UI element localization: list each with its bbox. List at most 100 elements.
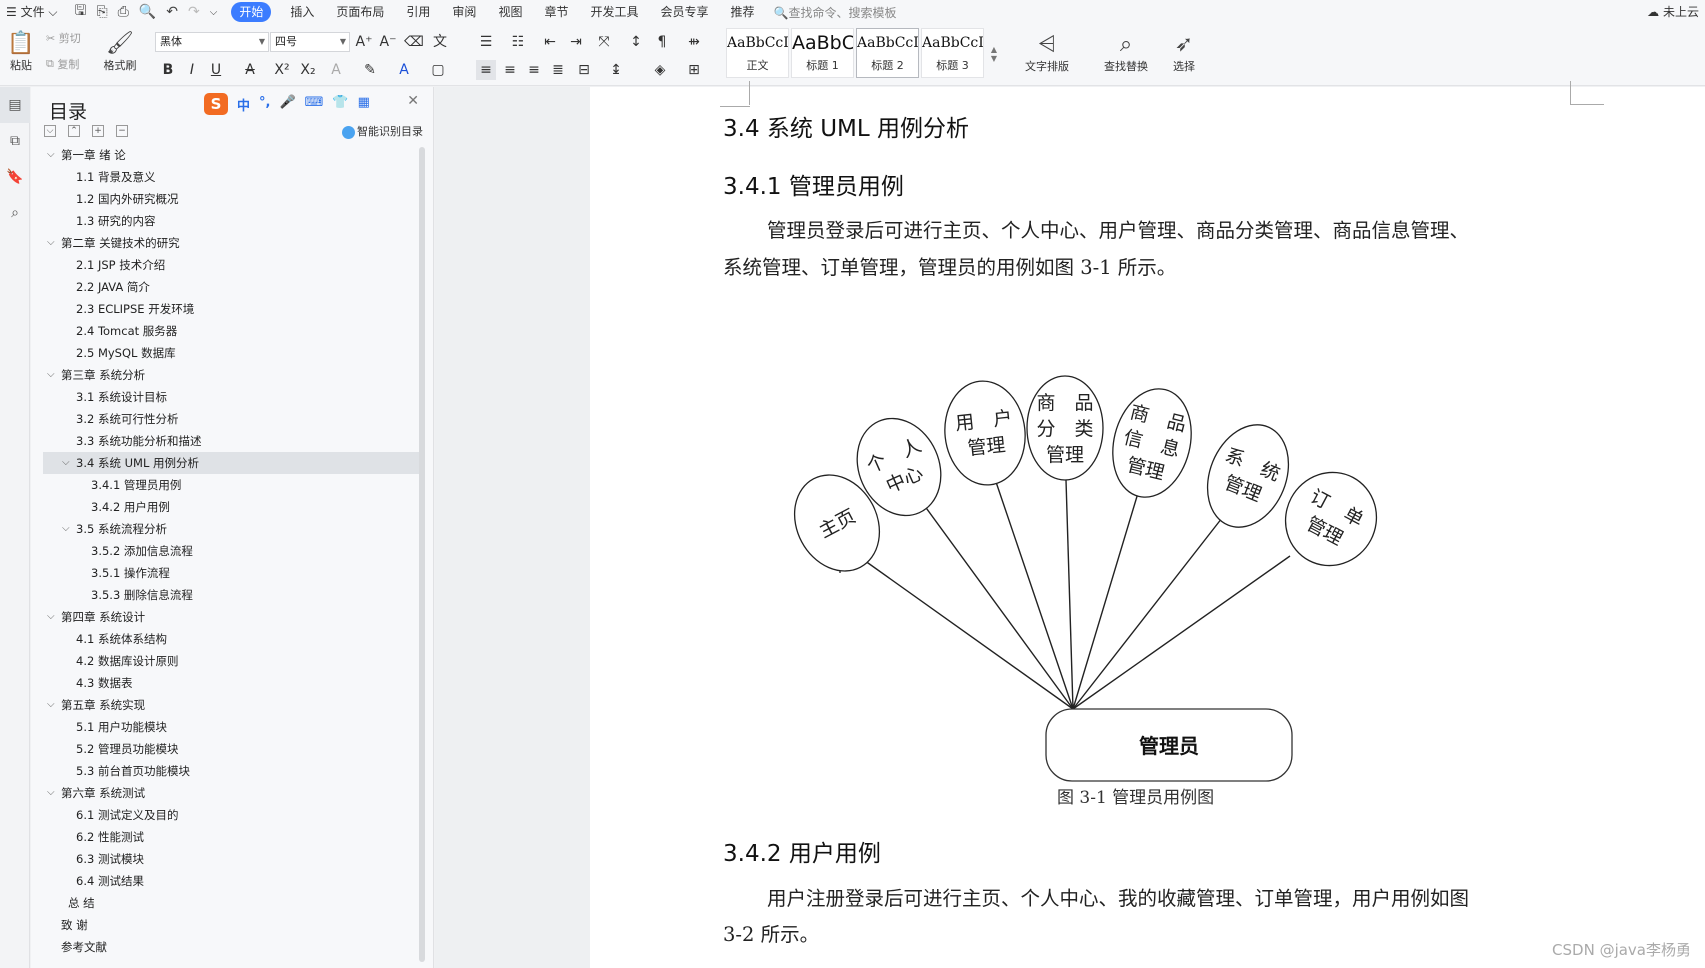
- add-heading-icon[interactable]: +: [92, 125, 104, 137]
- shrink-font-icon[interactable]: A⁻: [378, 32, 398, 52]
- toc-item[interactable]: ⌵ 第六章 系统测试: [43, 782, 423, 804]
- toc-item[interactable]: 3.5.3 删除信息流程: [43, 584, 423, 606]
- smart-toc-button[interactable]: 智能识别目录: [342, 123, 423, 139]
- export-icon[interactable]: ⎘: [96, 4, 107, 20]
- sogou-logo-icon[interactable]: S: [204, 93, 228, 115]
- text-effect-icon[interactable]: A: [326, 60, 346, 80]
- preview-icon[interactable]: 🔍: [139, 4, 156, 20]
- toc-item[interactable]: 6.1 测试定义及目的: [43, 804, 423, 826]
- chevron-down-icon[interactable]: ⌵: [47, 694, 55, 716]
- toc-item[interactable]: 参考文献: [43, 936, 423, 958]
- menu-tab[interactable]: 审阅: [441, 2, 487, 22]
- toc-item[interactable]: 6.3 测试模块: [43, 848, 423, 870]
- font-size-select[interactable]: 四号 ▼: [270, 32, 350, 52]
- show-marks-icon[interactable]: ¶: [652, 32, 672, 52]
- grow-font-icon[interactable]: A⁺: [354, 32, 374, 52]
- menu-tab[interactable]: 视图: [487, 2, 533, 22]
- menu-tab[interactable]: 章节: [533, 2, 579, 22]
- toc-item[interactable]: ⌵ 第五章 系统实现: [43, 694, 423, 716]
- remove-heading-icon[interactable]: −: [116, 125, 128, 137]
- menu-tab[interactable]: 开始: [231, 2, 272, 22]
- phonetic-icon[interactable]: 文: [430, 32, 450, 52]
- toc-item[interactable]: ⌵ 第一章 绪 论: [43, 144, 423, 166]
- redo-icon[interactable]: ↷: [188, 4, 200, 20]
- toc-item[interactable]: 4.3 数据表: [43, 672, 423, 694]
- toc-item[interactable]: 总 结: [43, 892, 423, 914]
- highlight-icon[interactable]: ✎: [360, 60, 380, 80]
- toc-item[interactable]: 3.1 系统设计目标: [43, 386, 423, 408]
- chevron-down-icon[interactable]: ⌵: [47, 364, 55, 386]
- cut-button[interactable]: ✂ 剪切: [46, 30, 81, 46]
- toc-item[interactable]: ⌵ 3.5 系统流程分析: [43, 518, 423, 540]
- file-menu[interactable]: ☰ 文件 ⌵: [0, 2, 69, 22]
- sort-icon[interactable]: ↕: [626, 32, 646, 52]
- chevron-down-icon[interactable]: ⌵: [47, 606, 55, 628]
- menu-tab[interactable]: 引用: [395, 2, 441, 22]
- toc-item[interactable]: 1.2 国内外研究概况: [43, 188, 423, 210]
- font-name-select[interactable]: 黑体 ▼: [155, 32, 269, 52]
- shading-icon[interactable]: ◈: [650, 60, 670, 80]
- expand-all-icon[interactable]: ⌃: [68, 125, 80, 137]
- toc-item[interactable]: 4.1 系统体系结构: [43, 628, 423, 650]
- align-right-icon[interactable]: ≡: [524, 60, 544, 80]
- menu-tab[interactable]: 插入: [279, 2, 325, 22]
- toc-item[interactable]: 2.3 ECLIPSE 开发环境: [43, 298, 423, 320]
- bookmark-icon[interactable]: 🔖: [0, 159, 30, 195]
- ime-button[interactable]: 👕: [332, 95, 348, 114]
- save-icon[interactable]: 🖫: [75, 0, 87, 24]
- toc-item[interactable]: 3.3 系统功能分析和描述: [43, 430, 423, 452]
- toc-item[interactable]: 3.5.1 操作流程: [43, 562, 423, 584]
- style-card[interactable]: AaBbCcI 标题 3: [921, 28, 984, 78]
- chevron-down-icon[interactable]: ⌵: [47, 232, 55, 254]
- menu-tab[interactable]: 开发工具: [579, 2, 649, 22]
- toc-panel-icon[interactable]: ▤: [0, 87, 30, 123]
- style-card[interactable]: AaBbCcI 标题 2: [856, 28, 919, 78]
- cloud-status[interactable]: ☁ 未上云: [1647, 0, 1699, 24]
- paste-button[interactable]: 📋 粘贴: [4, 28, 38, 76]
- toc-item[interactable]: 3.4.2 用户用例: [43, 496, 423, 518]
- clear-format-icon[interactable]: ⌫: [404, 32, 424, 52]
- collapse-all-icon[interactable]: ⌵: [44, 125, 56, 137]
- text-layout-button[interactable]: ⩤ 文字排版: [1012, 28, 1082, 78]
- borders-icon[interactable]: ⊞: [684, 60, 704, 80]
- toc-item[interactable]: 3.5.2 添加信息流程: [43, 540, 423, 562]
- close-icon[interactable]: ✕: [407, 93, 419, 109]
- toc-item[interactable]: 5.1 用户功能模块: [43, 716, 423, 738]
- toc-item[interactable]: 2.1 JSP 技术介绍: [43, 254, 423, 276]
- char-border-icon[interactable]: ▢: [428, 60, 448, 80]
- ime-button[interactable]: 中: [237, 95, 250, 114]
- document-page[interactable]: 3.4 系统 UML 用例分析 3.4.1 管理员用例 管理员登录后可进行主页、…: [590, 81, 1705, 968]
- justify-icon[interactable]: ≣: [548, 60, 568, 80]
- toc-item[interactable]: 3.2 系统可行性分析: [43, 408, 423, 430]
- indent-icon[interactable]: ⇥: [566, 32, 586, 52]
- ime-button[interactable]: ⌨: [305, 95, 324, 114]
- print-icon[interactable]: ⎙: [118, 4, 129, 20]
- style-card[interactable]: AaBbC 标题 1: [791, 28, 854, 78]
- more-icon[interactable]: ⌵: [210, 7, 218, 18]
- chapter-nav-icon[interactable]: ⧉: [0, 123, 30, 159]
- search-icon[interactable]: ⌕: [0, 195, 30, 231]
- find-replace-button[interactable]: ⌕ 查找替换: [1094, 28, 1158, 78]
- toc-item[interactable]: 4.2 数据库设计原则: [43, 650, 423, 672]
- underline-icon[interactable]: U: [206, 60, 226, 80]
- toc-item[interactable]: ⌵ 3.4 系统 UML 用例分析: [43, 452, 423, 474]
- bullet-list-icon[interactable]: ☰: [476, 32, 496, 52]
- toc-item[interactable]: 6.2 性能测试: [43, 826, 423, 848]
- chevron-down-icon[interactable]: ⌵: [62, 518, 70, 540]
- toc-item[interactable]: ⌵ 第二章 关键技术的研究: [43, 232, 423, 254]
- italic-icon[interactable]: I: [182, 60, 202, 80]
- toc-scrollbar[interactable]: [419, 147, 425, 962]
- tab-icon[interactable]: ⇻: [684, 32, 704, 52]
- select-button[interactable]: ➶ 选择: [1164, 28, 1204, 78]
- undo-icon[interactable]: ↶: [166, 4, 178, 20]
- align-center-icon[interactable]: ≡: [500, 60, 520, 80]
- ime-button[interactable]: °,: [259, 95, 270, 114]
- toc-item[interactable]: 5.2 管理员功能模块: [43, 738, 423, 760]
- toc-item[interactable]: 致 谢: [43, 914, 423, 936]
- toc-item[interactable]: 1.3 研究的内容: [43, 210, 423, 232]
- ime-button[interactable]: 🎤: [279, 95, 295, 114]
- toc-item[interactable]: 2.5 MySQL 数据库: [43, 342, 423, 364]
- style-card[interactable]: AaBbCcI 正文: [726, 28, 789, 78]
- menu-tab[interactable]: 推荐: [720, 2, 766, 22]
- toc-item[interactable]: 2.4 Tomcat 服务器: [43, 320, 423, 342]
